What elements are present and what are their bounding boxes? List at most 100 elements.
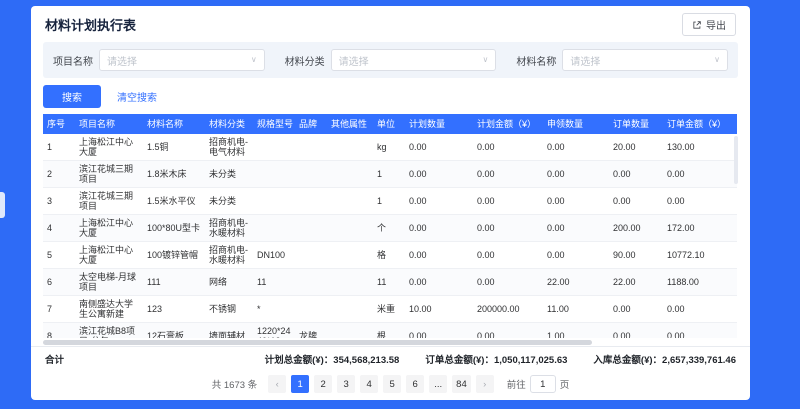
table-cell: 0.00	[405, 215, 473, 242]
material-plan-panel: 材料计划执行表 导出 项目名称 请选择 ∨ 材料分类 请选择 ∨	[31, 6, 750, 400]
column-header: 订单数量	[609, 114, 663, 134]
pagination: 共 1673 条 ‹ 123456... 84 › 前往 页	[31, 371, 750, 400]
column-header: 单位	[373, 114, 405, 134]
table-cell: 0.00	[609, 161, 663, 188]
table-cell: 10.00	[405, 296, 473, 323]
table-cell: 6	[43, 269, 75, 296]
table-head: 序号项目名称材料名称材料分类规格型号品牌其他属性单位计划数量计划金额（¥）申领数…	[43, 114, 737, 134]
table-cell	[327, 323, 373, 339]
table-cell: 0.00	[543, 161, 609, 188]
page-scrollbar-thumb[interactable]	[0, 192, 5, 218]
page-button-5[interactable]: 5	[383, 375, 401, 393]
material-plan-table: 序号项目名称材料名称材料分类规格型号品牌其他属性单位计划数量计划金额（¥）申领数…	[43, 114, 737, 338]
table-row[interactable]: 3滨江花城三期项目1.5米水平仪未分类10.000.000.000.000.00	[43, 188, 737, 215]
table-cell: 0.00	[609, 323, 663, 339]
summary-item-value: 1,050,117,025.63	[494, 355, 567, 366]
table-cell: 0.00	[473, 134, 543, 161]
table-cell: 3	[43, 188, 75, 215]
page-button-3[interactable]: 3	[337, 375, 355, 393]
table-cell: 个	[373, 215, 405, 242]
page-title: 材料计划执行表	[45, 15, 136, 34]
column-header: 品牌	[295, 114, 327, 134]
select-placeholder: 请选择	[107, 53, 137, 68]
column-header: 其他属性	[327, 114, 373, 134]
pager-ellipsis[interactable]: ...	[429, 375, 447, 393]
horizontal-scrollbar-thumb[interactable]	[43, 340, 592, 345]
table-cell	[295, 296, 327, 323]
page-button-84[interactable]: 84	[452, 375, 471, 393]
material-category-select[interactable]: 请选择 ∨	[331, 49, 497, 71]
summary-total-label: 合计	[45, 352, 64, 366]
table-cell	[327, 188, 373, 215]
table-row[interactable]: 2滨江花城三期项目1.8米木床未分类10.000.000.000.000.00	[43, 161, 737, 188]
next-page-button[interactable]: ›	[476, 375, 494, 393]
table-cell	[327, 296, 373, 323]
table-cell: 根	[373, 323, 405, 339]
table-row[interactable]: 7南侧盛达大学生公寓新建123不锈钢*米重10.00200000.0011.00…	[43, 296, 737, 323]
table-cell: 100镀锌管帽	[143, 242, 205, 269]
table-cell: kg	[373, 134, 405, 161]
table-cell: 0.00	[663, 296, 737, 323]
table-cell: 172.00	[663, 215, 737, 242]
clear-search-button[interactable]: 清空搜索	[117, 89, 157, 104]
table-row[interactable]: 4上海松江中心大厦100*80U型卡招商机电-水暖材料个0.000.000.00…	[43, 215, 737, 242]
table-cell: 0.00	[473, 188, 543, 215]
column-header: 规格型号	[253, 114, 295, 134]
goto-suffix: 页	[560, 377, 570, 391]
table-cell: 1	[373, 161, 405, 188]
table-cell: 20.00	[609, 134, 663, 161]
table-cell: 格	[373, 242, 405, 269]
action-bar: 搜索 清空搜索	[31, 78, 750, 114]
table-cell: 龙牌	[295, 323, 327, 339]
column-header: 序号	[43, 114, 75, 134]
table-cell: 0.00	[405, 188, 473, 215]
page-button-1[interactable]: 1	[291, 375, 309, 393]
table-cell: 11	[253, 269, 295, 296]
project-name-select[interactable]: 请选择 ∨	[99, 49, 265, 71]
table-horizontal-scrollbar[interactable]	[43, 339, 738, 346]
page-button-4[interactable]: 4	[360, 375, 378, 393]
table-row[interactable]: 1上海松江中心大厦1.5铜招商机电-电气材料kg0.000.000.0020.0…	[43, 134, 737, 161]
table-cell: 7	[43, 296, 75, 323]
filter-material-category: 材料分类 请选择 ∨	[285, 49, 497, 71]
column-header: 订单金额（¥）	[663, 114, 737, 134]
table-row[interactable]: 5上海松江中心大厦100镀锌管帽招商机电-水暖材料DN100格0.000.000…	[43, 242, 737, 269]
table-cell: 招商机电-水暖材料	[205, 215, 253, 242]
search-button[interactable]: 搜索	[43, 85, 101, 108]
table-cell: 不锈钢	[205, 296, 253, 323]
prev-page-button[interactable]: ‹	[268, 375, 286, 393]
table-head-row: 序号项目名称材料名称材料分类规格型号品牌其他属性单位计划数量计划金额（¥）申领数…	[43, 114, 737, 134]
chevron-down-icon: ∨	[251, 56, 257, 64]
table-cell: 1.5米水平仪	[143, 188, 205, 215]
goto-label: 前往	[507, 377, 526, 391]
page-button-6[interactable]: 6	[406, 375, 424, 393]
column-header: 材料名称	[143, 114, 205, 134]
table-cell	[295, 242, 327, 269]
table-cell: 0.00	[663, 188, 737, 215]
pager: 123456... 84	[291, 375, 471, 393]
table-row[interactable]: 6太空电梯-月球项目111网络11110.000.0022.0022.00118…	[43, 269, 737, 296]
table-cell	[327, 134, 373, 161]
table-cell: 招商机电-水暖材料	[205, 242, 253, 269]
export-button[interactable]: 导出	[682, 13, 736, 36]
table-row[interactable]: 8滨江花城B8项目-分包12石膏板墙面辅材1220*2440*12龙牌根0.00…	[43, 323, 737, 339]
table-cell: 10772.10	[663, 242, 737, 269]
table-section: 序号项目名称材料名称材料分类规格型号品牌其他属性单位计划数量计划金额（¥）申领数…	[43, 114, 738, 346]
select-placeholder: 请选择	[339, 53, 369, 68]
table-vertical-scrollbar[interactable]	[734, 136, 738, 184]
table-cell	[295, 134, 327, 161]
table-cell	[253, 134, 295, 161]
table-cell: *	[253, 296, 295, 323]
table-cell: 1	[43, 134, 75, 161]
table-cell: 0.00	[663, 161, 737, 188]
summary-item-label: 订单总金额(¥)：	[425, 355, 494, 366]
table-cell	[295, 215, 327, 242]
page-button-2[interactable]: 2	[314, 375, 332, 393]
table-cell: 0.00	[405, 242, 473, 269]
table-cell: 0.00	[473, 269, 543, 296]
table-cell	[253, 161, 295, 188]
table-cell: 太空电梯-月球项目	[75, 269, 143, 296]
goto-page-input[interactable]	[530, 375, 556, 393]
material-name-select[interactable]: 请选择 ∨	[562, 49, 728, 71]
pagination-total: 共 1673 条	[212, 377, 257, 391]
